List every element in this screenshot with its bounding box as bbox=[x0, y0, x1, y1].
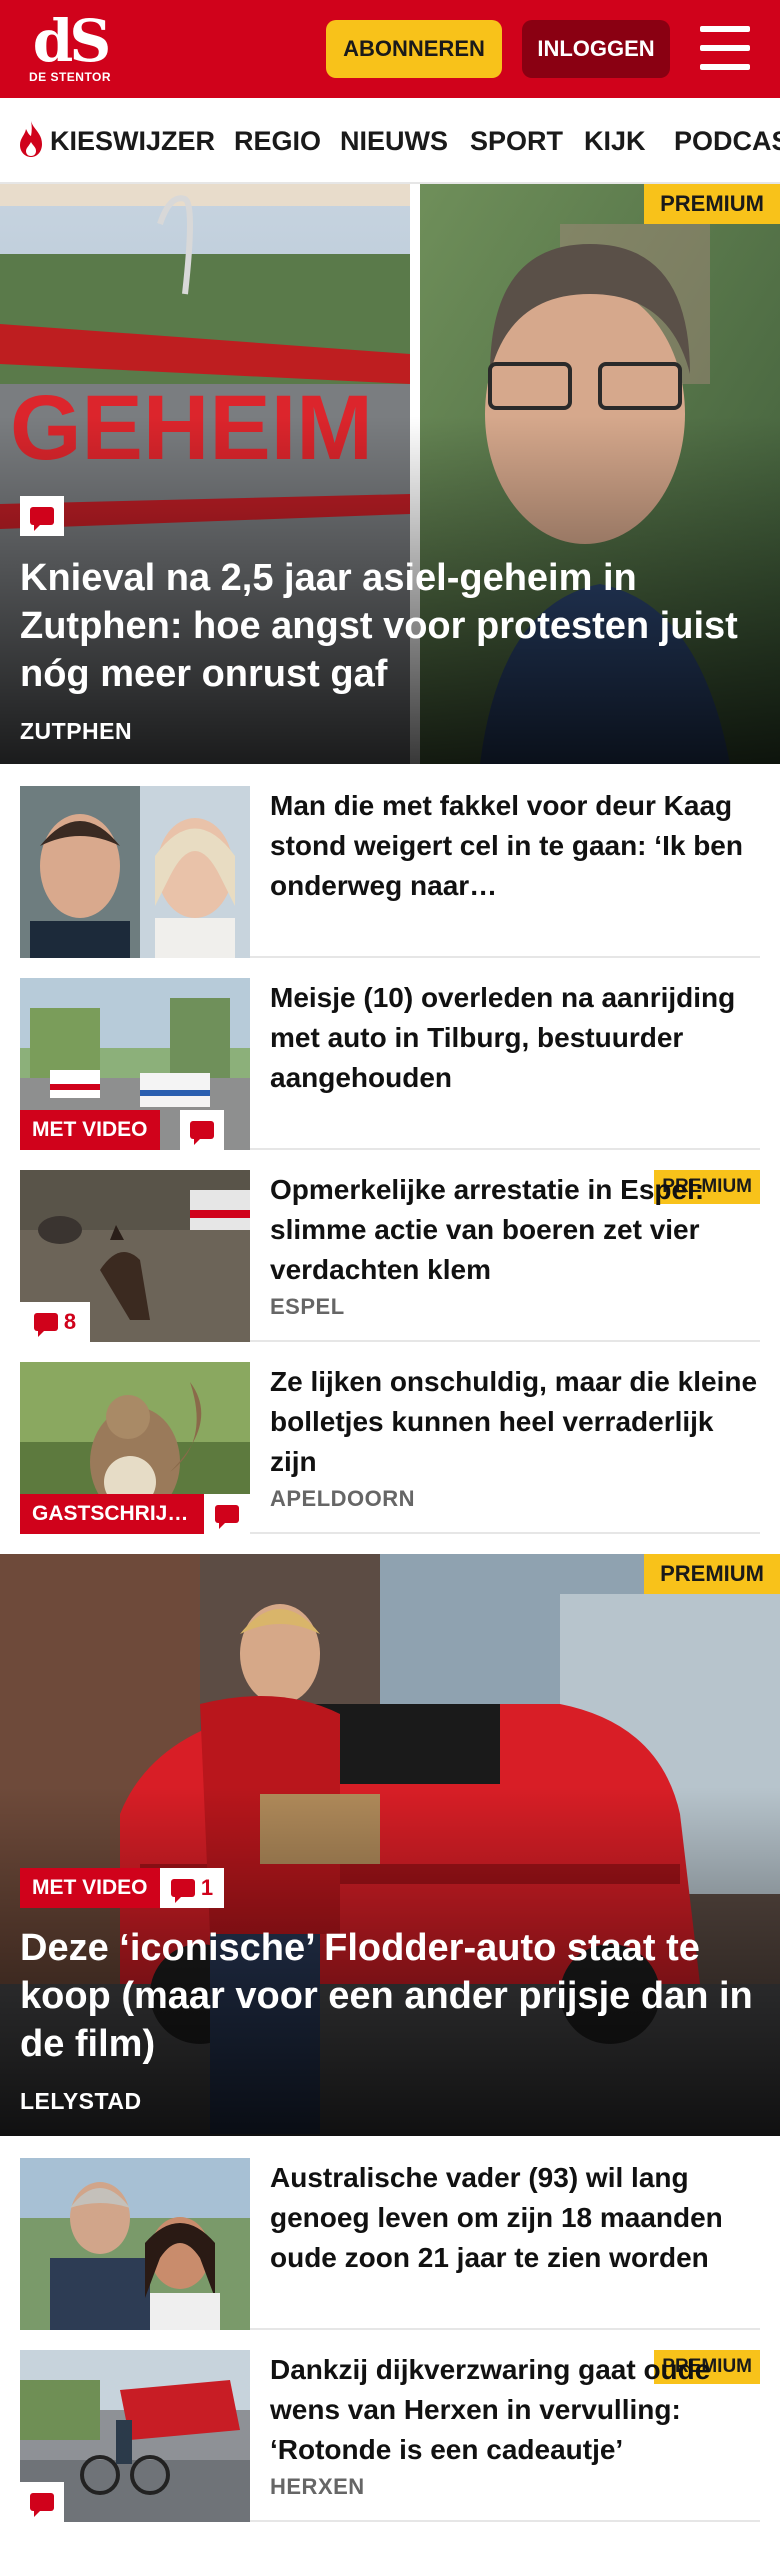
comment-badge[interactable]: 1 bbox=[160, 1868, 224, 1908]
article-title[interactable]: Dankzij dijkverzwaring gaat oude wens va… bbox=[270, 2350, 760, 2470]
hamburger-icon[interactable] bbox=[700, 26, 750, 70]
nav-item-regio[interactable]: REGIO bbox=[234, 98, 321, 182]
list-item[interactable]: MET VIDEO Meisje (10) overleden na aanri… bbox=[20, 978, 760, 1150]
comment-icon bbox=[215, 1505, 239, 1529]
hero-title[interactable]: Deze ‘iconische’ Flodder-auto staat te k… bbox=[20, 1924, 760, 2068]
premium-badge: PREMIUM bbox=[644, 184, 780, 224]
comment-icon bbox=[30, 507, 54, 531]
guest-writer-label: GASTSCHRIJ… bbox=[20, 1494, 204, 1534]
list-item[interactable]: Australische vader (93) wil lang genoeg … bbox=[20, 2158, 760, 2330]
video-label: MET VIDEO bbox=[20, 1868, 160, 1908]
article-location: HERXEN bbox=[270, 2474, 365, 2499]
comment-badge[interactable]: 8 bbox=[20, 1302, 90, 1342]
list-item[interactable]: GASTSCHRIJ… Ze lijken onschuldig, maar d… bbox=[20, 1362, 760, 1534]
comment-icon bbox=[33, 1313, 58, 1337]
site-header: dS DE STENTOR ABONNEREN INLOGGEN bbox=[0, 0, 780, 98]
article-thumbnail bbox=[20, 2158, 250, 2330]
comment-badge[interactable] bbox=[20, 2482, 64, 2522]
subscribe-button[interactable]: ABONNEREN bbox=[326, 20, 502, 78]
article-location: APELDOORN bbox=[270, 1486, 416, 1511]
nav-item-nieuws[interactable]: NIEUWS bbox=[340, 98, 448, 182]
comment-badge[interactable] bbox=[180, 1110, 224, 1150]
comment-count: 1 bbox=[200, 1875, 214, 1900]
hero-title[interactable]: Knieval na 2,5 jaar asiel-geheim in Zutp… bbox=[20, 554, 760, 698]
hero-location: ZUTPHEN bbox=[20, 718, 133, 744]
article-title[interactable]: Australische vader (93) wil lang genoeg … bbox=[270, 2158, 760, 2278]
nav-item-podcasts[interactable]: PODCAS bbox=[674, 98, 780, 182]
list-item[interactable]: PREMIUM 8 Opmerkelijke arrestatie in Esp… bbox=[20, 1170, 760, 1342]
article-title[interactable]: Opmerkelijke arrestatie in Espel: slimme… bbox=[270, 1170, 760, 1290]
flame-icon bbox=[20, 121, 42, 157]
premium-badge: PREMIUM bbox=[644, 1554, 780, 1594]
hero-article-zutphen[interactable]: GEHEIM PREMIUM Knieval na 2,5 jaar asiel… bbox=[0, 184, 780, 764]
hero-location: LELYSTAD bbox=[20, 2088, 142, 2114]
nav-item-kieswijzer[interactable]: KIESWIJZER bbox=[50, 98, 215, 182]
comment-badge[interactable] bbox=[204, 1494, 250, 1534]
article-title[interactable]: Ze lijken onschuldig, maar die kleine bo… bbox=[270, 1362, 760, 1482]
site-logo[interactable]: dS DE STENTOR bbox=[28, 12, 112, 88]
list-item[interactable]: Man die met fakkel voor deur Kaag stond … bbox=[20, 786, 760, 958]
logo-subtitle: DE STENTOR bbox=[28, 70, 112, 84]
comment-icon bbox=[170, 1879, 195, 1903]
nav-item-kijk[interactable]: KIJK bbox=[584, 98, 646, 182]
article-location: ESPEL bbox=[270, 1294, 345, 1319]
comment-badge[interactable] bbox=[20, 496, 64, 536]
nav-item-sport[interactable]: SPORT bbox=[470, 98, 563, 182]
login-button[interactable]: INLOGGEN bbox=[522, 20, 670, 78]
logo-mark: dS bbox=[32, 7, 111, 75]
main-nav: KIESWIJZER REGIO NIEUWS SPORT KIJK PODCA… bbox=[0, 98, 780, 184]
comment-count: 8 bbox=[63, 1309, 77, 1334]
hero-article-lelystad[interactable]: PREMIUM MET VIDEO 1 Deze ‘iconische’ Flo… bbox=[0, 1554, 780, 2136]
comment-icon bbox=[190, 1121, 214, 1145]
comment-icon bbox=[30, 2493, 54, 2517]
video-label: MET VIDEO bbox=[20, 1110, 160, 1150]
list-item[interactable]: PREMIUM Dankzij dijkverzwaring gaat oude… bbox=[20, 2350, 760, 2522]
article-thumbnail bbox=[20, 786, 250, 958]
article-title[interactable]: Man die met fakkel voor deur Kaag stond … bbox=[270, 786, 760, 906]
article-title[interactable]: Meisje (10) overleden na aanrijding met … bbox=[270, 978, 760, 1098]
